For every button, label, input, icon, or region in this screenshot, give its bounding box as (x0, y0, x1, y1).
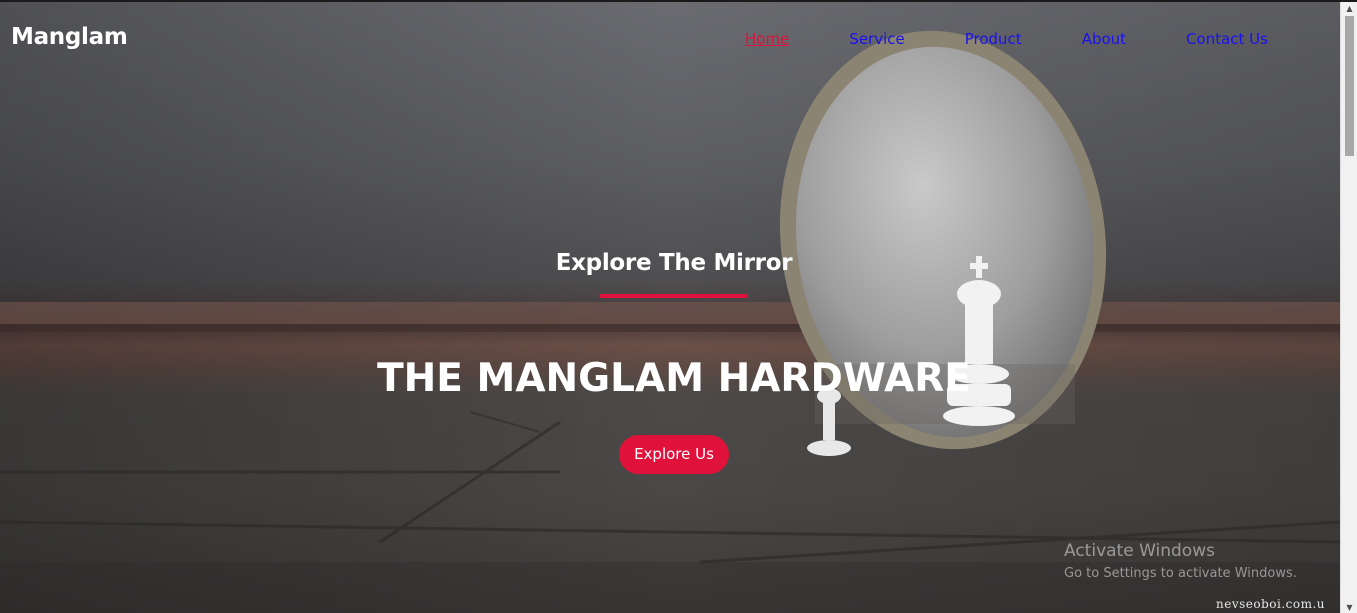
watermark-title: Activate Windows (1064, 541, 1215, 561)
page: Manglam Home Service Product About Conta… (0, 0, 1357, 613)
hero-title: THE MANGLAM HARDWARE (377, 356, 971, 401)
hero-subtitle: Explore The Mirror (555, 250, 793, 276)
image-credit: nevseoboi.com.u (1216, 597, 1326, 611)
scroll-up-icon[interactable]: ▲ (1341, 2, 1357, 16)
vertical-scrollbar[interactable]: ▲ ▼ (1340, 2, 1357, 613)
activate-windows-watermark: Activate Windows Go to Settings to activ… (1064, 541, 1297, 583)
explore-us-button[interactable]: Explore Us (619, 435, 729, 474)
subtitle-underline (599, 294, 748, 298)
watermark-subtitle: Go to Settings to activate Windows. (1064, 566, 1297, 581)
scroll-down-icon[interactable]: ▼ (1341, 601, 1357, 613)
hero-section: Explore The Mirror THE MANGLAM HARDWARE … (0, 2, 1340, 613)
scrollbar-thumb[interactable] (1345, 16, 1354, 156)
